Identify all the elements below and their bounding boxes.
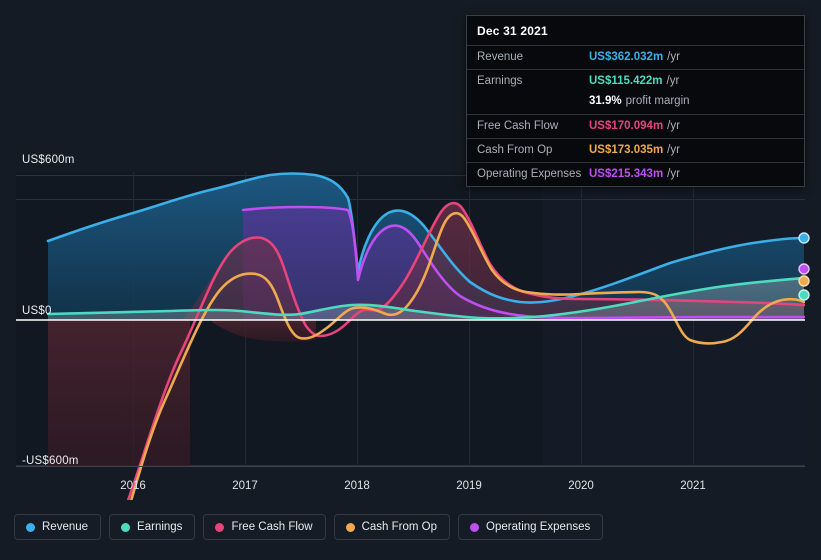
tooltip-label-revenue: Revenue [477,51,524,63]
tooltip-value-earnings: US$115.422m [589,75,663,87]
tooltip-unit-cash-from-op: /yr [667,144,680,156]
x-tick-2016: 2016 [120,480,146,492]
tooltip-value-revenue: US$362.032m [589,51,664,63]
legend-label-earnings: Earnings [137,521,183,533]
legend-label-free-cash-flow: Free Cash Flow [231,521,313,533]
legend-dot-operating-expenses-icon [470,522,480,532]
tooltip-row-operating-expenses: Operating Expenses US$215.343m /yr [467,162,804,186]
tooltip-label-operating-expenses: Operating Expenses [477,168,582,180]
tooltip-row-free-cash-flow: Free Cash Flow US$170.094m /yr [467,114,804,138]
tooltip-value-cash-from-op: US$173.035m [589,144,664,156]
tooltip-unit-profit-margin: profit margin [625,95,690,107]
tooltip-value-profit-margin: 31.9% [589,95,622,107]
x-tick-2018: 2018 [344,480,370,492]
tooltip-row-profit-margin: 31.9% profit margin [467,93,804,114]
tooltip-label-earnings: Earnings [477,75,523,87]
legend-item-revenue[interactable]: Revenue [14,514,102,540]
legend-item-operating-expenses[interactable]: Operating Expenses [458,514,604,540]
legend-item-earnings[interactable]: Earnings [109,514,196,540]
legend-label-revenue: Revenue [42,521,89,533]
x-axis-labels: 2016 2017 2018 2019 2020 2021 [0,480,821,500]
tooltip-unit-operating-expenses: /yr [667,168,680,180]
chart-page: US$600m US$0 -US$600m 2016 2017 2018 201… [0,0,821,560]
legend-dot-free-cash-flow-icon [215,522,225,532]
endpoint-earnings [798,289,810,301]
legend-label-operating-expenses: Operating Expenses [486,521,591,533]
legend-dot-revenue-icon [26,522,35,532]
tooltip-value-operating-expenses: US$215.343m [589,168,664,180]
tooltip-label-cash-from-op: Cash From Op [477,144,553,156]
legend-item-cash-from-op[interactable]: Cash From Op [333,514,451,540]
x-tick-2020: 2020 [568,480,594,492]
x-tick-2019: 2019 [456,480,482,492]
legend-label-cash-from-op: Cash From Op [361,521,438,533]
endpoint-revenue [798,232,810,244]
tooltip-row-revenue: Revenue US$362.032m /yr [467,45,804,69]
tooltip-unit-earnings: /yr [666,75,680,87]
legend-dot-cash-from-op-icon [345,522,355,532]
y-axis-label-top: US$600m [22,154,75,166]
y-axis-label-bottom: -US$600m [22,455,79,467]
tooltip-row-cash-from-op: Cash From Op US$173.035m /yr [467,138,804,162]
tooltip-unit-revenue: /yr [667,51,680,63]
endpoint-opex [798,263,810,275]
financials-area-chart [16,172,810,500]
tooltip-value-free-cash-flow: US$170.094m [589,120,664,132]
legend-item-free-cash-flow[interactable]: Free Cash Flow [203,514,326,540]
legend-dot-earnings-icon [121,522,131,532]
endpoint-cfo [798,275,810,287]
x-tick-2017: 2017 [232,480,258,492]
tooltip-row-earnings: Earnings US$115.422m /yr [467,69,804,93]
x-tick-2021: 2021 [680,480,706,492]
chart-tooltip: Dec 31 2021 Revenue US$362.032m /yr Earn… [466,15,805,187]
tooltip-label-free-cash-flow: Free Cash Flow [477,120,559,132]
chart-plot-area [0,150,821,500]
y-axis-label-zero: US$0 [22,305,52,317]
chart-legend: Revenue Earnings Free Cash Flow Cash Fro… [14,514,604,540]
tooltip-date: Dec 31 2021 [477,24,548,38]
tooltip-unit-free-cash-flow: /yr [667,120,680,132]
